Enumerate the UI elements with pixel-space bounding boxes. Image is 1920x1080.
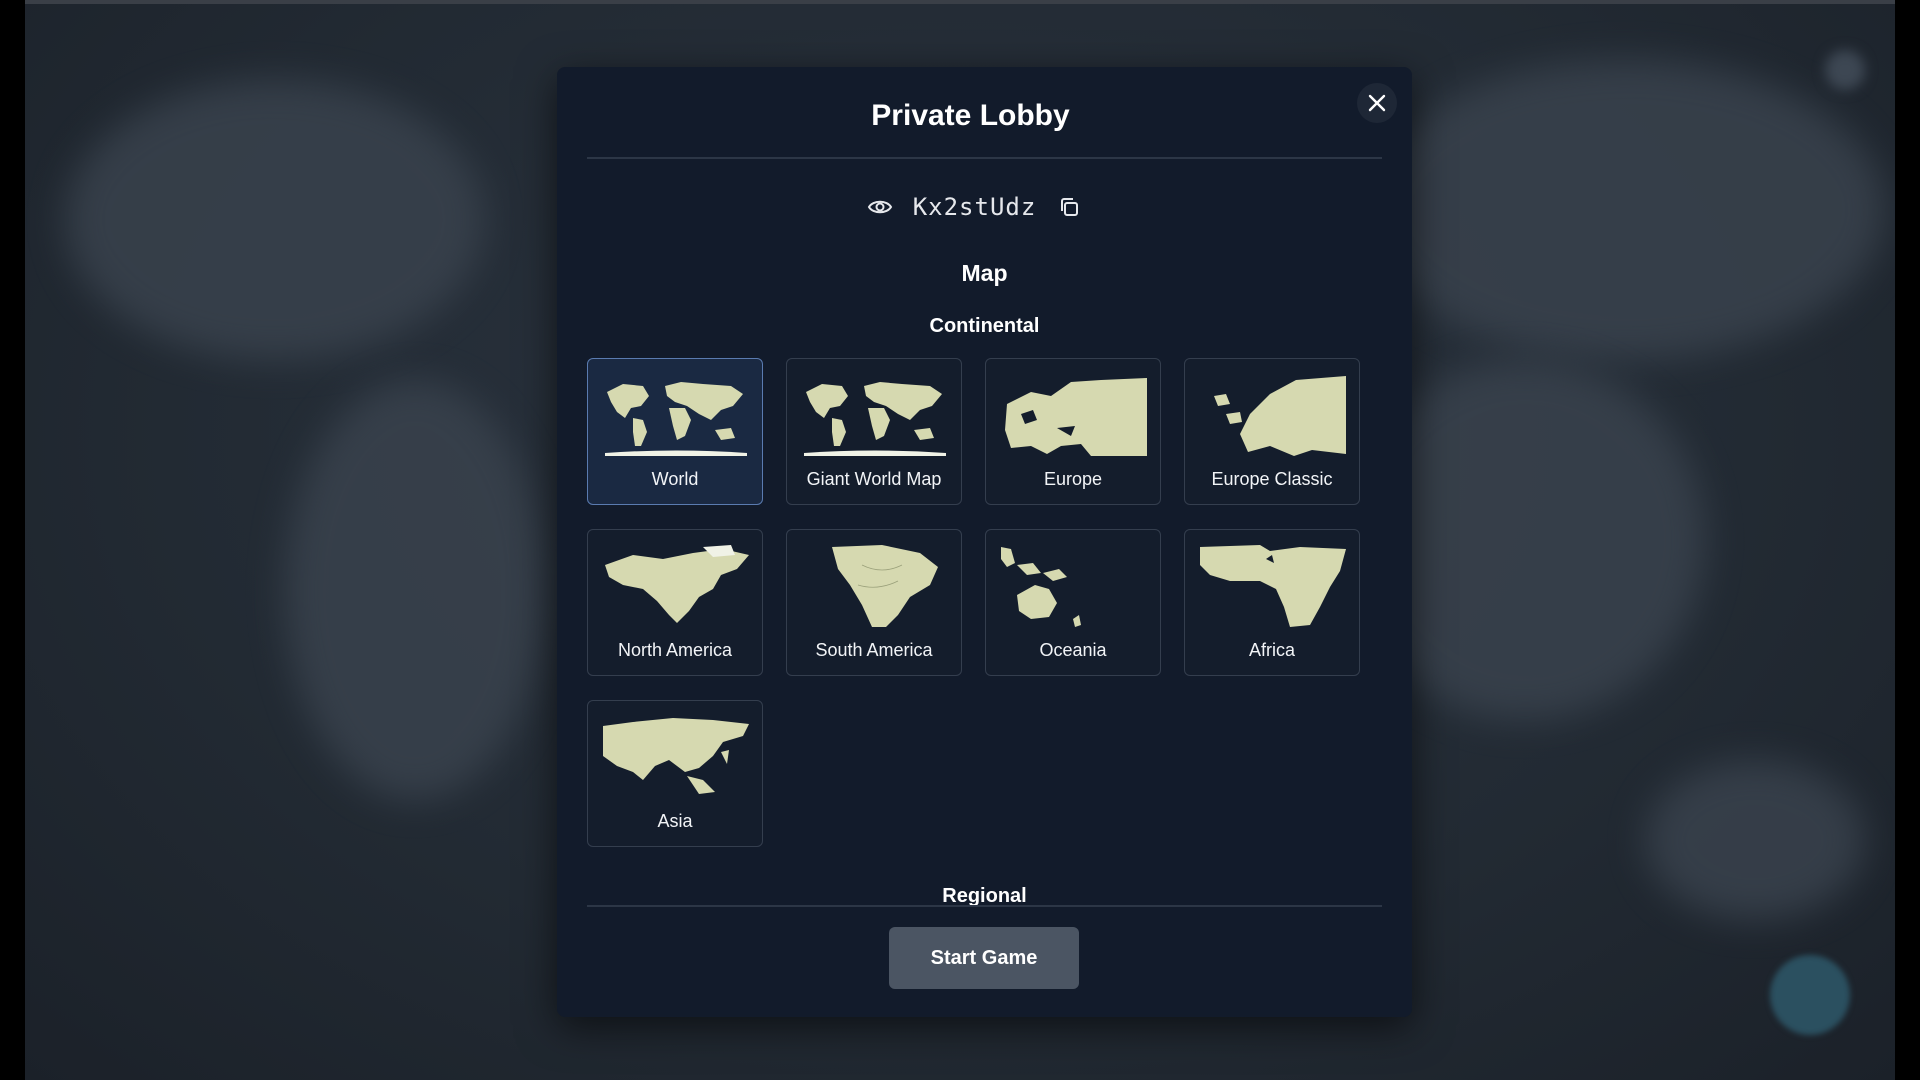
south-america-map-thumbnail <box>832 545 938 627</box>
map-card-south-america[interactable]: South America <box>786 529 962 676</box>
lobby-code: Kx2stUdz <box>912 193 1037 221</box>
map-card-label: South America <box>815 640 933 660</box>
africa-map-thumbnail <box>1200 545 1346 627</box>
background-land <box>65 80 485 360</box>
oceania-map-thumbnail <box>1001 547 1081 627</box>
lobby-code-row: Kx2stUdz <box>547 187 1402 227</box>
map-card-north-america[interactable]: North America <box>587 529 763 676</box>
close-icon <box>1368 94 1386 112</box>
giant-world-map-thumbnail <box>804 382 946 456</box>
eye-icon <box>867 200 892 214</box>
continental-title: Continental <box>929 315 1040 337</box>
background-blur-icon <box>1825 50 1865 90</box>
start-game-button[interactable]: Start Game <box>889 927 1079 989</box>
europe-classic-map-thumbnail <box>1214 376 1346 456</box>
europe-map-thumbnail <box>1005 378 1147 456</box>
map-section-title: Map <box>961 260 1008 286</box>
background-land <box>1365 60 1885 360</box>
background-land <box>285 380 545 800</box>
map-card-label: Europe <box>1043 469 1103 489</box>
background-land <box>1645 760 1865 920</box>
north-america-map-thumbnail <box>605 545 749 623</box>
map-card-europe-classic[interactable]: Europe Classic <box>1184 358 1360 505</box>
map-card-label: Giant World Map <box>806 469 942 489</box>
map-card-label: Oceania <box>1039 640 1107 660</box>
map-card-label: World <box>651 469 699 489</box>
map-card-oceania[interactable]: Oceania <box>985 529 1161 676</box>
close-button[interactable] <box>1357 83 1397 123</box>
top-border <box>25 0 1895 4</box>
game-background: Private Lobby Kx2stUdz Map Continental W… <box>25 0 1895 1080</box>
map-card-africa[interactable]: Africa <box>1184 529 1360 676</box>
modal-title: Private Lobby <box>871 99 1070 132</box>
header-divider <box>587 157 1382 159</box>
map-card-label: Asia <box>657 811 693 831</box>
map-card-label: North America <box>617 640 733 660</box>
map-card-giant-world-map[interactable]: Giant World Map <box>786 358 962 505</box>
private-lobby-modal: Private Lobby Kx2stUdz Map Continental W… <box>557 67 1412 1017</box>
map-card-world[interactable]: World <box>587 358 763 505</box>
map-card-label: Europe Classic <box>1211 469 1333 489</box>
toggle-visibility-button[interactable] <box>867 194 893 220</box>
asia-map-thumbnail <box>603 718 749 794</box>
map-card-label: Africa <box>1248 640 1295 660</box>
copy-icon <box>1061 198 1079 216</box>
footer-divider <box>587 905 1382 907</box>
copy-code-button[interactable] <box>1056 194 1082 220</box>
world-map-thumbnail <box>605 382 747 456</box>
map-card-europe[interactable]: Europe <box>985 358 1161 505</box>
map-card-asia[interactable]: Asia <box>587 700 763 847</box>
background-chat-bubble <box>1770 955 1850 1035</box>
